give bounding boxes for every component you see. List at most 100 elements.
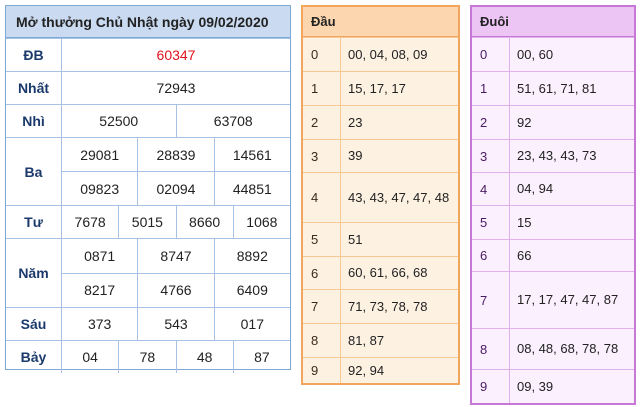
duoi-numbers: 09, 39 [517,378,554,394]
number-line: 29081 28839 14561 [62,138,290,171]
prize-row: Nhất 72943 [6,71,290,104]
prize-number: 52500 [99,113,139,129]
prize-name: ĐB [6,39,62,71]
dau-row: 7 71, 73, 78, 78 [303,289,458,323]
duoi-row: 3 23, 43, 43, 73 [472,139,634,172]
duoi-digit: 0 [472,38,510,71]
number-line: 373 543 017 [62,308,290,340]
prize-number: 63708 [175,105,291,137]
dau-numbers: 71, 73, 78, 78 [348,298,428,314]
duoi-digit: 5 [472,206,510,239]
dau-table: Đầu 0 00, 04, 08, 09 1 15, 17, 17 2 23 3 39 4 43,… [301,5,460,385]
dau-row: 4 43, 43, 47, 47, 48 [303,172,458,222]
prize-numbers: 7678 5015 8660 1068 [62,206,290,238]
dau-numbers: 92, 94 [348,362,385,378]
duoi-row: 8 08, 48, 68, 78, 78 [472,328,634,369]
dau-numbers: 15, 17, 17 [348,80,406,96]
prize-number: 8217 [84,282,116,299]
duoi-numbers: 51, 61, 71, 81 [517,80,597,96]
prize-number: 4766 [137,273,213,307]
prize-numbers: 52500 63708 [62,105,290,137]
duoi-digit: 9 [472,370,510,403]
prize-name: Bảy [6,341,62,373]
prize-name: Tư [6,206,62,238]
prize-number: 48 [175,341,233,373]
prize-number: 78 [118,341,175,373]
dau-numbers: 60, 61, 66, 68 [348,265,428,280]
dau-numbers: 51 [348,231,363,247]
duoi-digit: 3 [472,140,510,172]
dau-digit: 3 [303,140,341,172]
dau-row: 2 23 [303,105,458,139]
duoi-numbers: 08, 48, 68, 78, 78 [517,341,619,356]
duoi-table: Đuôi 0 00, 60 1 51, 61, 71, 81 2 92 3 23, 43, 4… [470,5,636,405]
dau-digit: 8 [303,324,341,357]
dau-digit: 9 [303,358,341,383]
prize-numbers: 04 78 48 87 [62,341,290,373]
duoi-digit: 8 [472,329,510,369]
dau-digit: 7 [303,290,341,323]
duoi-numbers: 04, 94 [517,181,554,196]
dau-header: Đầu [303,7,458,37]
duoi-row: 0 00, 60 [472,37,634,71]
duoi-row: 9 09, 39 [472,369,634,403]
prize-number: 5015 [118,206,175,238]
duoi-header: Đuôi [472,7,634,37]
number-line: 04 78 48 87 [62,341,290,373]
results-table: Mở thưởng Chủ Nhật ngày 09/02/2020 ĐB 603… [5,5,291,373]
prize-number: 28839 [137,138,213,171]
prize-number: 8660 [175,206,233,238]
duoi-row: 5 15 [472,205,634,239]
number-line: 09823 02094 44851 [62,171,290,205]
prize-row: Nhì 52500 63708 [6,104,290,137]
duoi-row: 2 92 [472,105,634,139]
prize-number: 0871 [84,247,116,264]
prize-number: 543 [137,308,213,340]
prize-row: Tư 7678 5015 8660 1068 [6,205,290,238]
prize-number: 6409 [213,273,290,307]
number-line: 0871 8747 8892 [62,239,290,273]
prize-name: Sáu [6,308,62,340]
prize-numbers: 29081 28839 14561 09823 02094 44851 [62,138,290,205]
results-title: Mở thưởng Chủ Nhật ngày 09/02/2020 [6,6,290,38]
number-line: 72943 [62,72,290,104]
prize-number: 1068 [232,206,290,238]
dau-digit: 6 [303,257,341,289]
duoi-digit: 4 [472,173,510,205]
prize-numbers: 373 543 017 [62,308,290,340]
dau-digit: 4 [303,173,341,222]
dau-row: 8 81, 87 [303,323,458,357]
dau-row: 6 60, 61, 66, 68 [303,256,458,289]
dau-row: 5 51 [303,222,458,256]
duoi-numbers: 66 [517,247,532,263]
prize-number: 7678 [74,214,106,230]
number-line: 60347 [62,39,290,71]
prize-number: 09823 [80,180,120,197]
prize-numbers: 72943 [62,72,290,104]
duoi-digit: 2 [472,106,510,139]
duoi-numbers: 00, 60 [517,46,554,62]
number-line: 52500 63708 [62,105,290,137]
prize-number: 87 [232,341,290,373]
prize-row: Năm 0871 8747 8892 8217 4766 6409 [6,238,290,307]
duoi-numbers: 17, 17, 47, 47, 87 [517,292,619,307]
prize-numbers: 0871 8747 8892 8217 4766 6409 [62,239,290,307]
prize-number: 373 [87,316,112,332]
dau-digit: 1 [303,72,341,105]
prize-numbers: 60347 [62,39,290,71]
duoi-row: 1 51, 61, 71, 81 [472,71,634,105]
duoi-numbers: 92 [517,114,532,130]
prize-name: Năm [6,239,62,307]
duoi-row: 6 66 [472,239,634,271]
prize-number: 8892 [213,239,290,273]
number-line: 7678 5015 8660 1068 [62,206,290,238]
dau-numbers: 00, 04, 08, 09 [348,46,428,62]
dau-row: 1 15, 17, 17 [303,71,458,105]
dau-numbers: 81, 87 [348,332,385,348]
duoi-numbers: 15 [517,214,532,230]
prize-row: Bảy 04 78 48 87 [6,340,290,373]
prize-number: 8747 [137,239,213,273]
dau-digit: 5 [303,223,341,256]
prize-number: 72943 [156,80,196,96]
duoi-digit: 6 [472,240,510,271]
